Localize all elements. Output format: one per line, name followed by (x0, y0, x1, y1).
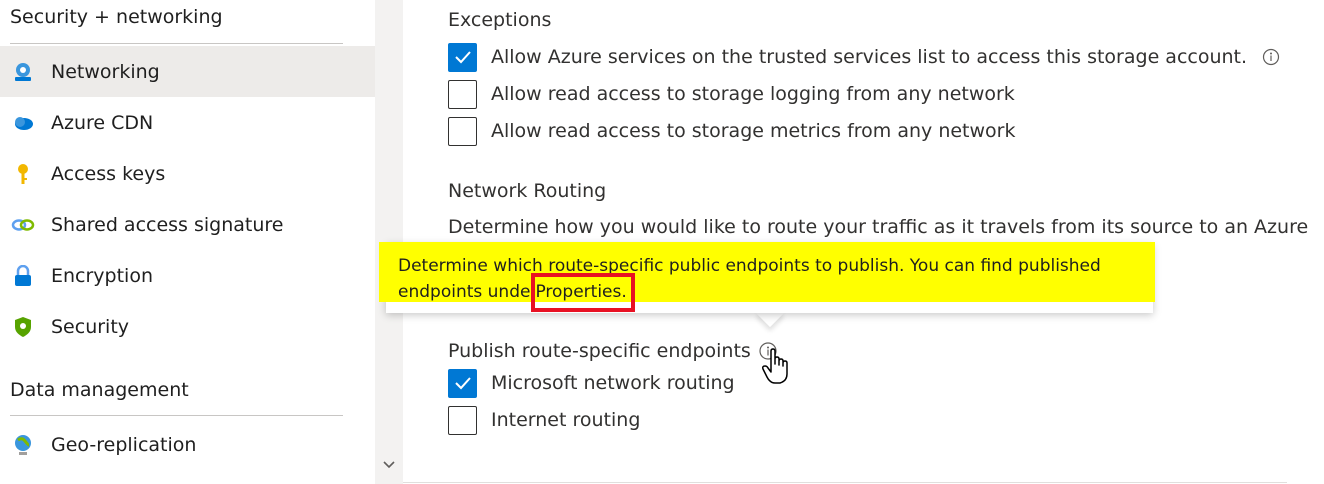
checkbox-label: Internet routing (491, 409, 641, 431)
tooltip-text: Determine which route-specific public en… (398, 253, 1138, 305)
section-divider (10, 43, 343, 44)
info-icon[interactable] (1261, 47, 1281, 67)
checkbox-microsoft-network-routing[interactable]: Microsoft network routing (448, 368, 735, 398)
tooltip-line-2-text: endpoints unde (398, 282, 531, 302)
publish-endpoints-label: Publish route-specific endpoints (448, 340, 751, 362)
cloud-icon (11, 111, 35, 135)
checkbox-metrics-access[interactable]: Allow read access to storage metrics fro… (448, 116, 1016, 146)
exceptions-heading: Exceptions (448, 9, 552, 31)
checkbox-label: Allow read access to storage metrics fro… (491, 120, 1016, 142)
publish-endpoints-heading: Publish route-specific endpoints (448, 340, 751, 362)
sidebar-item-encryption[interactable]: Encryption (0, 250, 375, 301)
sidebar-item-security[interactable]: Security (0, 301, 375, 352)
sidebar-item-label: Networking (51, 60, 160, 83)
networking-icon (11, 60, 35, 84)
checkbox[interactable] (448, 79, 477, 109)
sidebar-item-label: Geo-replication (51, 433, 197, 456)
checkbox[interactable] (448, 42, 477, 72)
checkbox-label: Allow read access to storage logging fro… (491, 83, 1015, 105)
checkbox-label: Allow Azure services on the trusted serv… (491, 46, 1248, 68)
checkbox[interactable] (448, 405, 477, 435)
annotation-red-box (531, 273, 635, 312)
sidebar-item-label: Encryption (51, 264, 154, 287)
checkbox-trusted-services[interactable]: Allow Azure services on the trusted serv… (448, 42, 1281, 72)
divider (403, 482, 1287, 483)
key-icon (11, 162, 35, 186)
network-routing-heading: Network Routing (448, 180, 607, 202)
sidebar-item-networking[interactable]: Networking (0, 46, 375, 97)
lock-icon (11, 264, 35, 288)
checkbox-label: Microsoft network routing (491, 372, 735, 394)
network-routing-description: Determine how you would like to route yo… (448, 216, 1309, 238)
section-divider (10, 415, 343, 416)
tooltip-line-2: endpoints unde Properties. (398, 279, 1138, 305)
checkbox[interactable] (448, 368, 477, 398)
sidebar-item-shared-access-signature[interactable]: Shared access signature (0, 199, 375, 250)
sidebar-item-label: Security (51, 315, 130, 338)
section-header-security-networking: Security + networking (10, 6, 223, 28)
sidebar-item-label: Azure CDN (51, 111, 154, 134)
sidebar-item-access-keys[interactable]: Access keys (0, 148, 375, 199)
hand-cursor-icon (762, 348, 792, 390)
checkbox-internet-routing[interactable]: Internet routing (448, 405, 640, 435)
link-icon (11, 213, 35, 237)
chevron-down-icon[interactable] (379, 458, 399, 478)
checkbox-logging-access[interactable]: Allow read access to storage logging fro… (448, 79, 1015, 109)
sidebar: Security + networking Networking Azure C… (0, 0, 375, 484)
sidebar-item-label: Shared access signature (51, 213, 284, 236)
sidebar-item-label: Access keys (51, 162, 166, 185)
checkbox[interactable] (448, 116, 477, 146)
sidebar-item-azure-cdn[interactable]: Azure CDN (0, 97, 375, 148)
section-header-data-management: Data management (10, 379, 189, 401)
sidebar-item-geo-replication[interactable]: Geo-replication (0, 419, 375, 470)
shield-icon (11, 315, 35, 339)
tooltip-line-1: Determine which route-specific public en… (398, 256, 1101, 276)
globe-icon (11, 433, 35, 457)
